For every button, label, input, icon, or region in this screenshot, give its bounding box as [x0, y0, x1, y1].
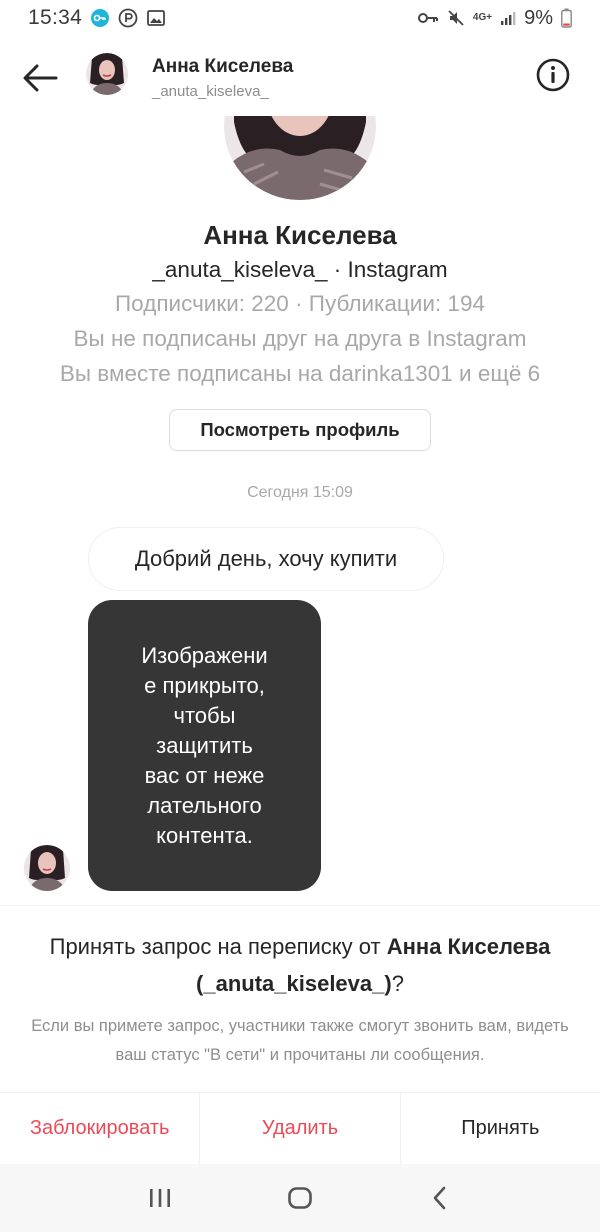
image-icon — [147, 10, 165, 26]
delete-button[interactable]: Удалить — [200, 1093, 401, 1164]
profile-name: Анна Киселева — [203, 220, 397, 250]
info-button[interactable] — [536, 58, 570, 92]
signal-icon — [501, 12, 516, 25]
arrow-left-icon — [23, 64, 58, 92]
divider — [0, 905, 600, 906]
back-icon — [433, 1186, 446, 1210]
mute-icon — [448, 10, 464, 26]
status-right: 4G+ 9% — [417, 7, 572, 30]
message-timestamp: Сегодня 15:09 — [247, 484, 353, 501]
hidden-media-text: Изображени е прикрыто, чтобы защитить ва… — [141, 642, 268, 848]
block-button[interactable]: Заблокировать — [0, 1093, 201, 1164]
header-avatar[interactable] — [86, 53, 128, 95]
back-button[interactable] — [20, 58, 60, 98]
accept-button[interactable]: Принять — [401, 1093, 600, 1164]
follow-status: Вы не подписаны друг на друга в Instagra… — [73, 326, 527, 351]
request-description: Если вы примете запрос, участники также … — [31, 1017, 569, 1064]
r-badge-icon — [118, 8, 138, 28]
request-title-suffix: ? — [391, 971, 404, 996]
mutual-followers: Вы вместе подписаны на darinka1301 и ещё… — [59, 361, 541, 386]
vpn-key-icon — [91, 9, 110, 27]
request-actions: Заблокировать Удалить Принять — [0, 1092, 600, 1164]
message-bubble[interactable]: Добрий день, хочу купити — [88, 527, 444, 591]
avatar-photo — [86, 53, 128, 95]
network-4g-icon: 4G+ — [472, 12, 493, 23]
sender-avatar[interactable] — [24, 845, 70, 891]
hidden-media-bubble[interactable]: Изображени е прикрыто, чтобы защитить ва… — [88, 600, 321, 891]
message-text: Добрий день, хочу купити — [134, 546, 398, 571]
recents-button[interactable] — [140, 1178, 180, 1218]
status-time: 15:34 — [28, 6, 83, 29]
home-button[interactable] — [280, 1178, 320, 1218]
profile-stats: Подписчики: 220 · Публикации: 194 — [115, 291, 485, 316]
status-left: 15:34 — [28, 6, 166, 30]
recents-icon — [150, 1189, 170, 1207]
sender-photo — [24, 845, 70, 891]
battery-percent: 9% — [524, 6, 553, 29]
header-name[interactable]: Анна Киселева — [152, 56, 293, 78]
home-icon — [288, 1187, 312, 1209]
nav-back-button[interactable] — [420, 1178, 460, 1218]
request-title-prefix: Принять запрос на переписку от — [49, 934, 387, 959]
system-navbar — [0, 1164, 600, 1232]
request-title: Принять запрос на переписку от Анна Кисе… — [40, 928, 560, 1002]
view-profile-button[interactable]: Посмотреть профиль — [169, 409, 431, 451]
key-icon — [417, 13, 438, 23]
battery-icon — [561, 8, 572, 28]
chat-header: Анна Киселева _anuta_kiseleva_ — [0, 36, 600, 116]
status-bar: 15:34 4G+ 9% — [0, 0, 600, 36]
profile-handle: _anuta_kiseleva_ · Instagram — [152, 257, 448, 282]
header-handle[interactable]: _anuta_kiseleva_ — [152, 83, 269, 100]
info-circle-icon — [536, 58, 570, 92]
